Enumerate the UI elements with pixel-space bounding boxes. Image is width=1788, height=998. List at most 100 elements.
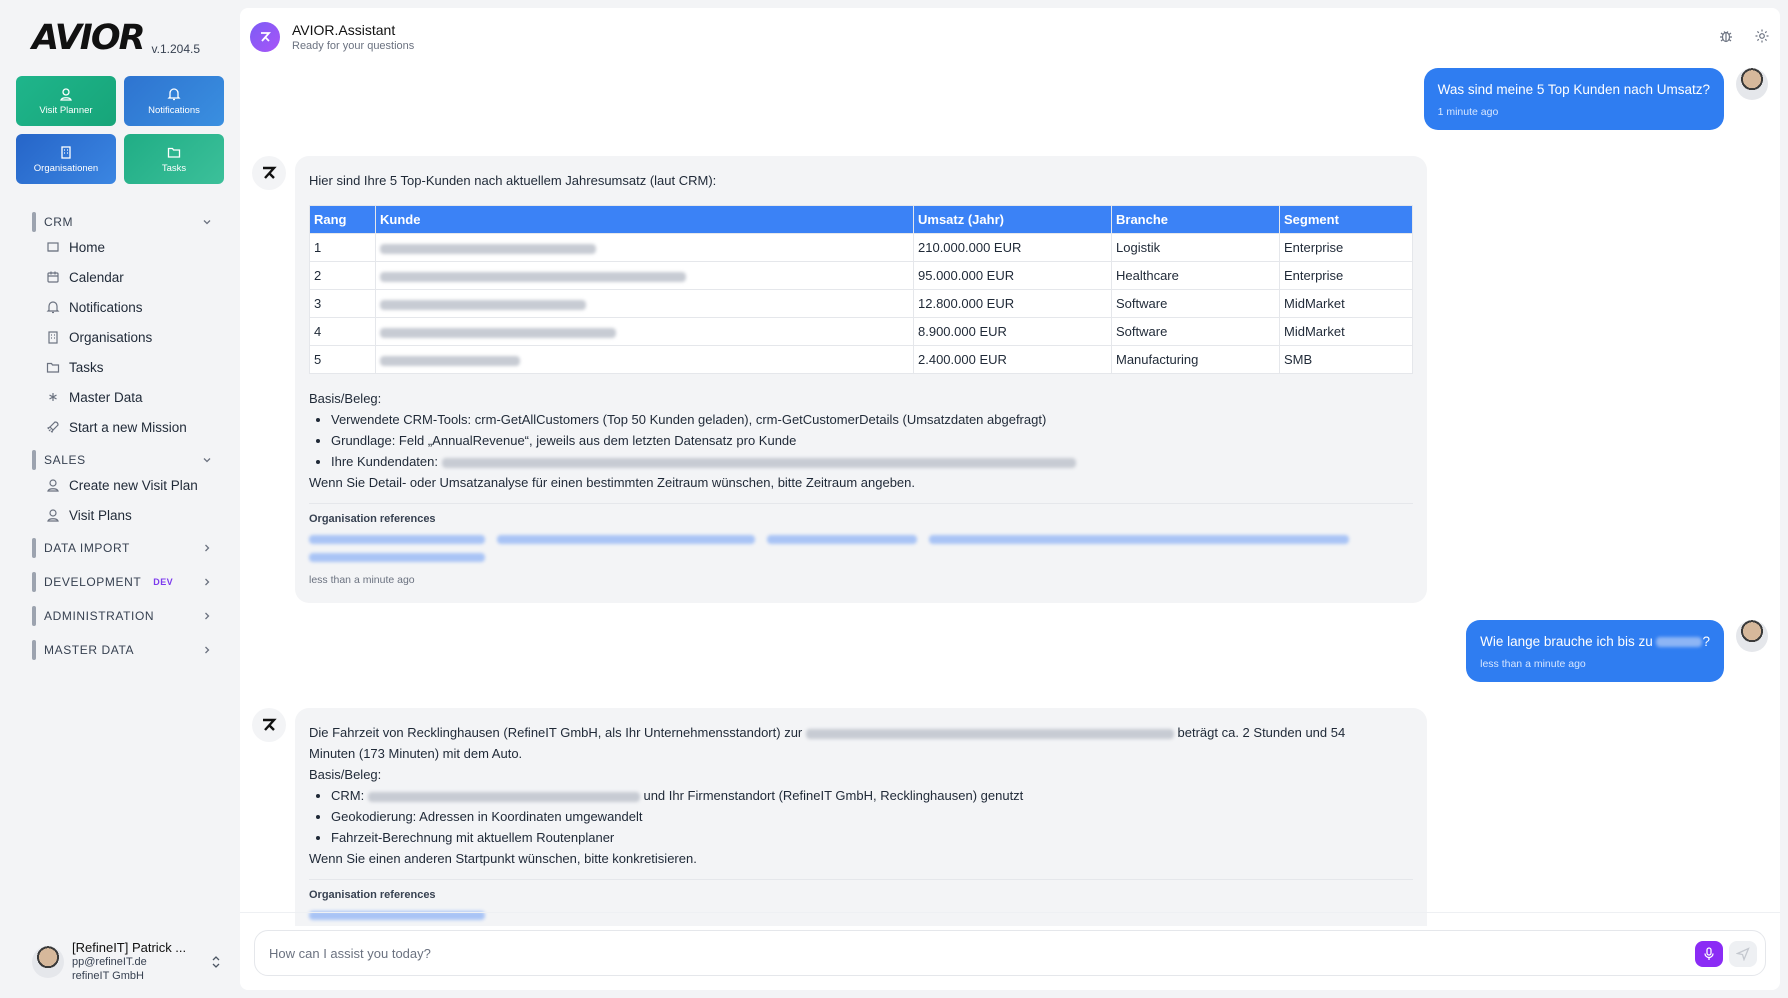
cell-rank: 2	[309, 261, 376, 290]
cell-customer	[375, 261, 914, 290]
cell-revenue: 12.800.000 EUR	[913, 289, 1112, 318]
user-message: Was sind meine 5 Top Kunden nach Umsatz?…	[1423, 68, 1724, 130]
cell-segment: SMB	[1279, 345, 1413, 374]
send-button[interactable]	[1729, 941, 1757, 967]
avior-logo[interactable]: AVIOR	[32, 18, 146, 58]
section-data-import-label: DATA IMPORT	[44, 541, 130, 555]
sidebar-item-home[interactable]: Home	[32, 232, 212, 262]
cell-industry: Software	[1111, 317, 1280, 346]
visit-planner-button[interactable]: Visit Planner	[16, 76, 116, 126]
sidebar-item-notifications[interactable]: Notifications	[32, 292, 212, 322]
table-header-row: Rang Kunde Umsatz (Jahr) Branche Segment	[309, 205, 1413, 234]
message-timestamp: less than a minute ago	[309, 574, 415, 586]
assistant-message: Hier sind Ihre 5 Top-Kunden nach aktuell…	[295, 156, 1427, 603]
bot-avatar	[252, 156, 286, 190]
cell-segment: Enterprise	[1279, 233, 1413, 262]
organisation-references: Organisation references	[309, 879, 1413, 924]
redacted-text	[380, 299, 586, 310]
user-message: Wie lange brauche ich bis zu ? less than…	[1466, 620, 1724, 682]
bug-icon[interactable]	[1718, 28, 1734, 44]
table-row: 5 2.400.000 EUR Manufacturing SMB	[309, 345, 1413, 374]
org-reference-link[interactable]	[767, 535, 917, 545]
avatar	[1736, 620, 1768, 652]
cell-revenue: 210.000.000 EUR	[913, 233, 1112, 262]
message-closing: Wenn Sie Detail- oder Umsatzanalyse für …	[309, 475, 915, 490]
section-master-data[interactable]: MASTER DATA	[32, 640, 212, 660]
tasks-tile-button[interactable]: Tasks	[124, 134, 224, 184]
chat-input[interactable]	[269, 945, 1649, 961]
cell-rank: 4	[309, 317, 376, 346]
col-kunde: Kunde	[375, 205, 914, 234]
user-name: [RefineIT] Patrick ...	[72, 940, 187, 955]
user-message-text: Was sind meine 5 Top Kunden nach Umsatz?	[1437, 82, 1710, 97]
list-item: Geokodierung: Adressen in Koordinaten um…	[331, 806, 1413, 827]
cell-industry: Healthcare	[1111, 261, 1280, 290]
col-umsatz: Umsatz (Jahr)	[913, 205, 1112, 234]
refs-title: Organisation references	[309, 889, 436, 901]
org-reference-link[interactable]	[309, 535, 485, 545]
gear-icon[interactable]	[1754, 28, 1770, 44]
org-reference-link[interactable]	[309, 553, 485, 563]
chevron-down-icon	[202, 217, 212, 227]
cell-industry: Manufacturing	[1111, 345, 1280, 374]
redacted-text	[380, 327, 616, 338]
list-item: Fahrzeit-Berechnung mit aktuellem Routen…	[331, 827, 1413, 848]
person-pin-icon	[46, 508, 60, 522]
sidebar-item-label: Calendar	[69, 269, 124, 285]
notifications-tile-button[interactable]: Notifications	[124, 76, 224, 126]
chevron-right-icon	[202, 645, 212, 655]
table-row: 1 210.000.000 EUR Logistik Enterprise	[309, 233, 1413, 262]
avatar	[1736, 68, 1768, 100]
user-info: [RefineIT] Patrick ... pp@refineIT.de re…	[72, 941, 186, 983]
sidebar-nav: CRM Home Calendar Notifications Organisa…	[32, 212, 212, 660]
basis-list: Verwendete CRM-Tools: crm-GetAllCustomer…	[309, 409, 1413, 472]
section-development[interactable]: DEVELOPMENT DEV	[32, 572, 212, 592]
redacted-text	[441, 457, 1076, 468]
chevron-right-icon	[202, 577, 212, 587]
redacted-text	[367, 791, 640, 802]
notifications-tile-label: Notifications	[148, 104, 200, 116]
microphone-button[interactable]	[1695, 941, 1723, 967]
message-line: Minuten (173 Minuten) mit dem Auto.	[309, 746, 523, 761]
table-row: 3 12.800.000 EUR Software MidMarket	[309, 289, 1413, 318]
cell-segment: MidMarket	[1279, 317, 1413, 346]
section-administration[interactable]: ADMINISTRATION	[32, 606, 212, 626]
sidebar-item-master-data[interactable]: Master Data	[32, 382, 212, 412]
sidebar-item-tasks[interactable]: Tasks	[32, 352, 212, 382]
section-crm[interactable]: CRM	[32, 212, 212, 232]
chevron-up-down-icon	[210, 954, 222, 970]
sidebar-item-label: Tasks	[69, 359, 104, 375]
composer-divider	[240, 912, 1780, 913]
cell-segment: MidMarket	[1279, 289, 1413, 318]
sidebar-item-create-visit-plan[interactable]: Create new Visit Plan	[32, 470, 212, 500]
dev-badge: DEV	[153, 577, 174, 587]
redacted-text	[380, 355, 520, 366]
cell-rank: 3	[309, 289, 376, 318]
sidebar-item-calendar[interactable]: Calendar	[32, 262, 212, 292]
bot-avatar	[252, 708, 286, 742]
col-branche: Branche	[1111, 205, 1280, 234]
list-item: Grundlage: Feld „AnnualRevenue“, jeweils…	[331, 430, 1413, 451]
sidebar-item-organisations[interactable]: Organisations	[32, 322, 212, 352]
sidebar-item-start-mission[interactable]: Start a new Mission	[32, 412, 212, 442]
user-email: pp@refineIT.de	[72, 956, 147, 968]
section-administration-label: ADMINISTRATION	[44, 609, 155, 623]
sidebar-item-visit-plans[interactable]: Visit Plans	[32, 500, 212, 530]
cell-rank: 5	[309, 345, 376, 374]
cell-revenue: 8.900.000 EUR	[913, 317, 1112, 346]
user-menu[interactable]: [RefineIT] Patrick ... pp@refineIT.de re…	[32, 940, 222, 984]
table-row: 2 95.000.000 EUR Healthcare Enterprise	[309, 261, 1413, 290]
sidebar-item-label: Start a new Mission	[69, 419, 187, 435]
org-reference-link[interactable]	[497, 535, 755, 545]
sidebar-item-label: Master Data	[69, 389, 143, 405]
user-company: refineIT GmbH	[72, 970, 144, 982]
version-label: v.1.204.5	[151, 42, 201, 56]
building-icon	[46, 330, 60, 344]
organisationen-button[interactable]: Organisationen	[16, 134, 116, 184]
building-icon	[59, 145, 73, 159]
org-reference-link[interactable]	[929, 535, 1349, 545]
section-data-import[interactable]: DATA IMPORT	[32, 538, 212, 558]
section-sales[interactable]: SALES	[32, 450, 212, 470]
sidebar-item-label: Visit Plans	[69, 507, 132, 523]
cell-customer	[375, 317, 914, 346]
